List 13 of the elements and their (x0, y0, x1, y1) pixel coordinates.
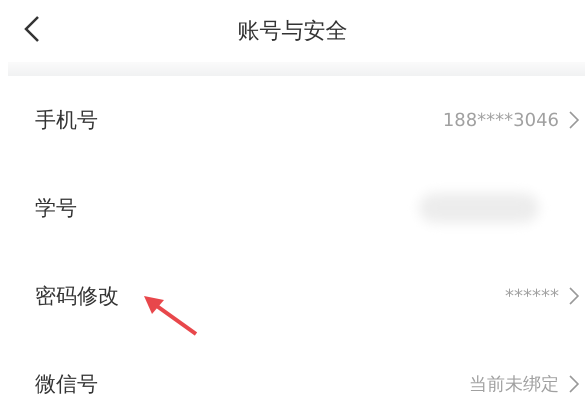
row-label: 微信号 (35, 371, 98, 398)
row-label: 手机号 (35, 107, 98, 134)
settings-row[interactable]: 微信号 当前未绑定 (0, 340, 585, 405)
row-label: 密码修改 (35, 283, 119, 310)
settings-row[interactable]: 学号 (0, 164, 585, 252)
page-title: 账号与安全 (238, 18, 348, 46)
row-value: 188****3046 (442, 110, 559, 130)
settings-row[interactable]: 手机号 188****3046 (0, 76, 585, 164)
row-value: 当前未绑定 (469, 373, 559, 396)
row-value: ****** (505, 286, 559, 306)
back-button[interactable] (22, 14, 42, 44)
settings-row[interactable]: 密码修改 ****** (0, 252, 585, 340)
row-label: 学号 (35, 195, 77, 222)
